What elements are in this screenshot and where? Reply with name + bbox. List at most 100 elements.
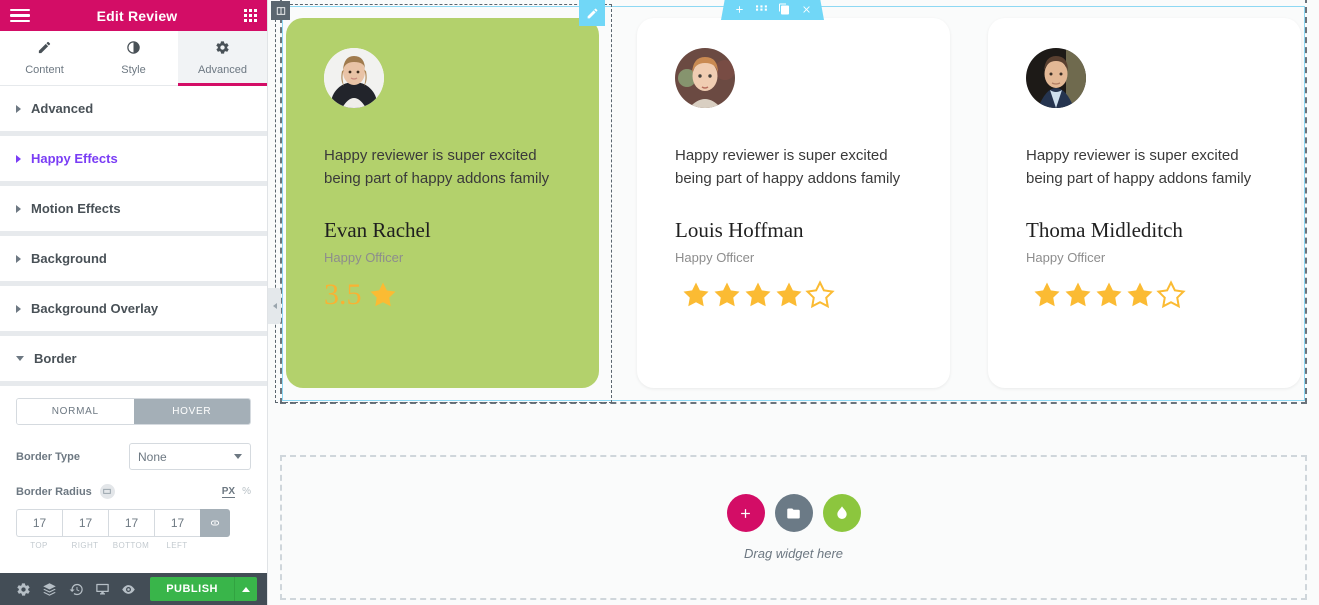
radius-right-caption: RIGHT bbox=[71, 541, 99, 550]
pencil-icon bbox=[37, 40, 52, 58]
tab-content[interactable]: Content bbox=[0, 31, 89, 85]
review-text: Happy reviewer is super excited being pa… bbox=[1026, 147, 1252, 187]
layers-icon[interactable] bbox=[36, 573, 62, 605]
duplicate-icon[interactable] bbox=[778, 3, 790, 15]
state-toggle: NORMAL HOVER bbox=[16, 398, 251, 425]
panel-header: Edit Review bbox=[0, 0, 267, 31]
section-label: Motion Effects bbox=[31, 201, 121, 216]
plus-icon[interactable] bbox=[734, 4, 745, 15]
star-outline-icon bbox=[1156, 279, 1186, 308]
sidebar-section-background-overlay[interactable]: Background Overlay bbox=[0, 286, 267, 331]
reviewer-name: Louis Hoffman bbox=[675, 217, 804, 242]
tab-advanced[interactable]: Advanced bbox=[178, 31, 267, 86]
radius-bottom-input[interactable] bbox=[108, 509, 154, 537]
section-label: Background bbox=[31, 251, 107, 266]
chevron-down-icon bbox=[16, 356, 24, 361]
panel-body: Advanced Happy Effects Motion Effects Ba… bbox=[0, 86, 267, 573]
rating bbox=[1026, 279, 1263, 310]
star-rating bbox=[1032, 279, 1186, 310]
column-icon[interactable] bbox=[271, 1, 290, 20]
state-hover-tab[interactable]: HOVER bbox=[133, 399, 250, 424]
star-filled-icon bbox=[1127, 282, 1153, 306]
close-icon[interactable] bbox=[801, 4, 812, 15]
unit-percent[interactable]: % bbox=[242, 486, 251, 497]
page-title: Edit Review bbox=[96, 7, 178, 24]
review-card[interactable]: Happy reviewer is super excited being pa… bbox=[988, 18, 1301, 388]
avatar bbox=[675, 48, 735, 108]
contrast-icon bbox=[126, 40, 141, 58]
chevron-down-icon bbox=[234, 454, 242, 459]
section-label: Advanced bbox=[31, 101, 94, 116]
widget-edit-pencil-icon[interactable] bbox=[579, 0, 605, 26]
section-label: Happy Effects bbox=[31, 151, 118, 166]
tab-style[interactable]: Style bbox=[89, 31, 178, 85]
publish-button[interactable]: PUBLISH bbox=[150, 577, 234, 601]
reviewer-name: Thoma Midleditch bbox=[1026, 217, 1183, 242]
star-filled-icon bbox=[683, 282, 709, 306]
radius-right-wrap: RIGHT bbox=[62, 509, 108, 550]
avatar bbox=[1026, 48, 1086, 108]
template-folder-icon[interactable] bbox=[774, 494, 813, 532]
panel-collapse-toggle[interactable] bbox=[268, 288, 281, 324]
border-type-value: None bbox=[138, 449, 167, 464]
chevron-right-icon bbox=[16, 304, 21, 313]
link-icon[interactable] bbox=[200, 509, 230, 537]
radius-bottom-wrap: BOTTOM bbox=[108, 509, 154, 550]
tab-style-label: Style bbox=[121, 64, 146, 76]
sidebar-section-background[interactable]: Background bbox=[0, 236, 267, 281]
history-icon[interactable] bbox=[63, 573, 89, 605]
star-filled-icon bbox=[714, 282, 740, 306]
star-filled-icon bbox=[1065, 282, 1091, 306]
border-type-label: Border Type bbox=[16, 450, 80, 463]
unit-px[interactable]: PX bbox=[221, 486, 236, 498]
chevron-left-icon bbox=[272, 303, 277, 309]
dropzone-buttons bbox=[726, 494, 861, 532]
editor-panel: Edit Review Content Style Advanced Advan… bbox=[0, 0, 268, 605]
radius-left-wrap: LEFT bbox=[154, 509, 200, 550]
preview-eye-icon[interactable] bbox=[116, 573, 142, 605]
star-rating bbox=[681, 279, 835, 310]
rating bbox=[675, 279, 912, 310]
responsive-icon[interactable] bbox=[99, 484, 115, 499]
sidebar-section-happy-effects[interactable]: Happy Effects bbox=[0, 136, 267, 181]
chevron-right-icon bbox=[16, 154, 21, 163]
review-card[interactable]: Happy reviewer is super excited being pa… bbox=[637, 18, 950, 388]
gear-icon[interactable] bbox=[10, 573, 36, 605]
selected-widget-outline bbox=[275, 4, 612, 403]
star-outline-icon bbox=[805, 279, 835, 308]
sidebar-section-border[interactable]: Border bbox=[0, 336, 267, 381]
happy-addons-leaf-icon[interactable] bbox=[822, 494, 861, 532]
elementor-editor: Edit Review Content Style Advanced Advan… bbox=[0, 0, 1319, 605]
star-filled-icon bbox=[1096, 282, 1122, 306]
sidebar-section-advanced[interactable]: Advanced bbox=[0, 86, 267, 131]
chevron-up-icon[interactable] bbox=[233, 577, 257, 601]
section-label: Background Overlay bbox=[31, 301, 159, 316]
border-radius-inputs: TOP RIGHT BOTTOM LEFT bbox=[16, 509, 251, 550]
state-normal-tab[interactable]: NORMAL bbox=[17, 399, 134, 424]
radius-left-caption: LEFT bbox=[166, 541, 188, 550]
grid-icon[interactable] bbox=[244, 9, 257, 22]
drag-dots-icon[interactable] bbox=[756, 5, 767, 14]
panel-tabs: Content Style Advanced bbox=[0, 31, 267, 86]
unit-toggle: PX % bbox=[221, 486, 251, 498]
star-filled-icon bbox=[1034, 282, 1060, 306]
publish-group: PUBLISH bbox=[150, 577, 257, 601]
sidebar-section-motion-effects[interactable]: Motion Effects bbox=[0, 186, 267, 231]
tab-content-label: Content bbox=[25, 64, 64, 76]
chevron-right-icon bbox=[16, 204, 21, 213]
star-filled-icon bbox=[745, 282, 771, 306]
gear-icon bbox=[215, 40, 230, 58]
border-settings: NORMAL HOVER Border Type None Border Rad… bbox=[0, 386, 267, 573]
border-type-select[interactable]: None bbox=[129, 443, 251, 470]
hamburger-icon[interactable] bbox=[10, 8, 30, 23]
reviewer-role: Happy Officer bbox=[1026, 249, 1106, 265]
section-toolbar bbox=[721, 0, 824, 20]
radius-bottom-caption: BOTTOM bbox=[112, 541, 150, 550]
radius-left-input[interactable] bbox=[154, 509, 200, 537]
responsive-icon[interactable] bbox=[89, 573, 115, 605]
drop-widget-zone[interactable]: Drag widget here bbox=[280, 455, 1307, 600]
add-widget-icon[interactable] bbox=[726, 494, 765, 532]
chevron-right-icon bbox=[16, 104, 21, 113]
radius-top-input[interactable] bbox=[16, 509, 62, 537]
radius-right-input[interactable] bbox=[62, 509, 108, 537]
